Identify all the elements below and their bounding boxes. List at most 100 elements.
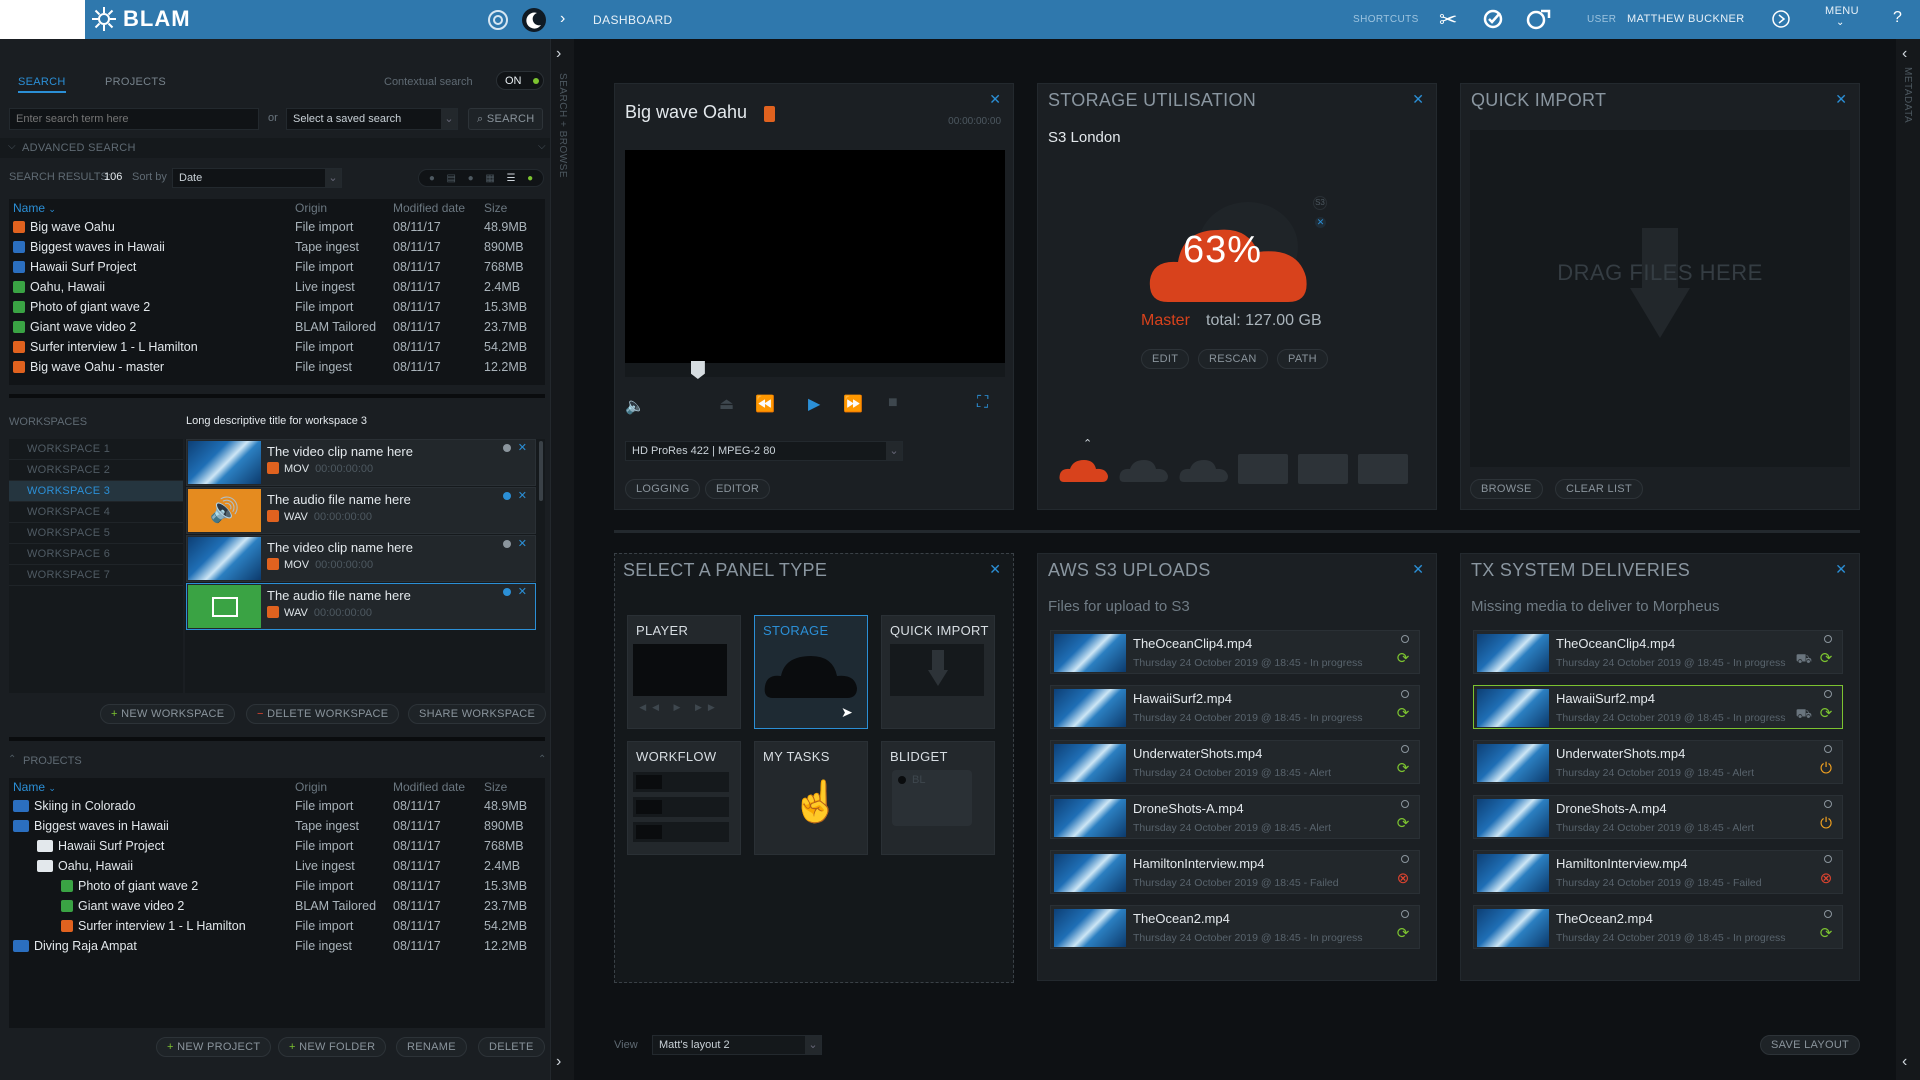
workspace-item[interactable]: WORKSPACE 7 [9, 565, 183, 586]
eject-icon[interactable]: ⏏ [719, 394, 734, 414]
storage-cloud-active-icon[interactable] [1058, 454, 1110, 484]
panel-tile-player[interactable]: PLAYER ◀◀ ▶ ▶▶ [627, 615, 741, 729]
expand-chevron-icon[interactable]: › [560, 10, 565, 28]
workspace-item[interactable]: WORKSPACE 6 [9, 544, 183, 565]
workspace-item[interactable]: WORKSPACE 5 [9, 523, 183, 544]
workspace-clip[interactable]: The audio file name here WAV 00:00:00:00 ✕ [186, 583, 536, 630]
table-row[interactable]: Biggest waves in Hawaii Tape ingest 08/11/… [9, 237, 545, 257]
table-row[interactable]: Giant wave video 2 BLAM Tailored 08/11/17 2… [9, 896, 545, 916]
scrollbar[interactable] [539, 441, 543, 501]
panel-tile-storage[interactable]: STORAGE ➤ [754, 615, 868, 729]
refresh-share-icon[interactable] [1524, 7, 1552, 31]
table-row[interactable]: Surfer interview 1 - L Hamilton File impo… [9, 916, 545, 936]
in-progress-icon[interactable]: ⟳ [1818, 706, 1834, 722]
scissors-icon[interactable]: ✂ [1439, 7, 1457, 33]
view-dot-icon[interactable]: ● [468, 173, 474, 184]
table-row[interactable]: Big wave Oahu - master File ingest 08/11/1… [9, 357, 545, 377]
fullscreen-icon[interactable]: ⛶ [977, 394, 988, 412]
panel-tile-my-tasks[interactable]: MY TASKS ☝ [754, 741, 868, 855]
rename-button[interactable]: RENAME [396, 1037, 467, 1057]
tile-view-icon[interactable]: ▦ [485, 173, 494, 184]
volume-icon[interactable]: 🔈 [625, 396, 645, 416]
in-progress-icon[interactable]: ⟳ [1395, 816, 1411, 832]
upload-row[interactable]: HamiltonInterview.mp4 Thursday 24 October… [1050, 850, 1420, 894]
in-progress-icon[interactable]: ⟳ [1395, 926, 1411, 942]
col-size[interactable]: Size [480, 199, 545, 217]
failed-icon[interactable]: ⊗ [1395, 871, 1411, 887]
edit-button[interactable]: EDIT [1141, 349, 1190, 369]
delete-button[interactable]: DELETE [478, 1037, 545, 1057]
storage-drive-icon[interactable] [1238, 454, 1288, 484]
user-name[interactable]: MATTHEW BUCKNER [1627, 13, 1745, 25]
contextual-search-toggle[interactable]: ON [496, 71, 544, 90]
alert-power-icon[interactable]: ⏻ [1818, 816, 1834, 832]
close-icon[interactable]: ✕ [1835, 91, 1847, 108]
drop-zone[interactable]: DRAG FILES HERE [1470, 130, 1850, 467]
approve-check-icon[interactable] [1482, 8, 1504, 30]
list-view-icon[interactable]: ☰ [506, 173, 515, 184]
close-icon[interactable]: ✕ [518, 489, 527, 502]
in-progress-icon[interactable]: ⟳ [1395, 761, 1411, 777]
close-icon[interactable]: ✕ [518, 537, 527, 550]
scrub-bar[interactable] [625, 361, 1005, 379]
browse-button[interactable]: BROWSE [1470, 479, 1543, 499]
save-layout-button[interactable]: SAVE LAYOUT [1760, 1035, 1861, 1055]
projects-header[interactable]: ⌃ PROJECTS ⌃ [0, 751, 550, 771]
logout-icon[interactable] [1771, 9, 1791, 29]
fast-forward-icon[interactable]: ⏩ [843, 394, 863, 414]
upload-row[interactable]: HawaiiSurf2.mp4 Thursday 24 October 2019 … [1473, 685, 1843, 729]
close-icon[interactable]: ✕ [989, 91, 1001, 108]
upload-row[interactable]: UnderwaterShots.mp4 Thursday 24 October 2… [1473, 740, 1843, 784]
workspace-clip[interactable]: The video clip name here MOV 00:00:00:00 ✕ [186, 535, 536, 582]
table-row[interactable]: Giant wave video 2 BLAM Tailored 08/11/17 2… [9, 317, 545, 337]
panel-tile-workflow[interactable]: WORKFLOW [627, 741, 741, 855]
upload-row[interactable]: TheOcean2.mp4 Thursday 24 October 2019 @ … [1473, 905, 1843, 949]
storage-cloud-icon[interactable] [1118, 454, 1170, 484]
panel-tile-blidget[interactable]: BLIDGET BL [881, 741, 995, 855]
table-row[interactable]: Skiing in Colorado File import 08/11/17 48.… [9, 796, 545, 816]
chevron-right-icon[interactable]: › [556, 45, 561, 63]
table-row[interactable]: Oahu, Hawaii Live ingest 08/11/17 2.4MB [9, 277, 545, 297]
search-input[interactable] [9, 108, 259, 130]
new-workspace-button[interactable]: + NEW WORKSPACE [100, 704, 236, 724]
grid-view-icon[interactable]: ▤ [447, 173, 456, 184]
table-row[interactable]: Hawaii Surf Project File import 08/11/17 76… [9, 257, 545, 277]
scrub-handle[interactable] [690, 361, 705, 379]
chevron-up-icon[interactable]: ⌃ [1083, 437, 1092, 450]
layout-select[interactable]: Matt's layout 2 ⌄ [652, 1035, 822, 1055]
workspace-item[interactable]: WORKSPACE 3 [9, 481, 183, 502]
chevron-left-icon[interactable]: ‹ [1902, 1053, 1907, 1071]
chevron-left-icon[interactable]: ‹ [1902, 45, 1907, 63]
col-modified[interactable]: Modified date [389, 778, 480, 796]
failed-icon[interactable]: ⊗ [1818, 871, 1834, 887]
table-row[interactable]: Big wave Oahu File import 08/11/17 48.9MB [9, 217, 545, 237]
table-row[interactable]: Diving Raja Ampat File ingest 08/11/17 12.2… [9, 936, 545, 956]
close-icon[interactable]: ✕ [518, 585, 527, 598]
upload-row[interactable]: UnderwaterShots.mp4 Thursday 24 October 2… [1050, 740, 1420, 784]
in-progress-icon[interactable]: ⟳ [1395, 651, 1411, 667]
sort-select[interactable]: Date ⌄ [172, 168, 342, 188]
tab-search[interactable]: SEARCH [18, 76, 66, 93]
rescan-button[interactable]: RESCAN [1198, 349, 1268, 369]
settings-gear-icon[interactable] [486, 8, 510, 32]
saved-search-select[interactable]: Select a saved search ⌄ [286, 108, 458, 130]
workspace-item[interactable]: WORKSPACE 2 [9, 460, 183, 481]
col-modified[interactable]: Modified date [389, 199, 480, 217]
play-icon[interactable]: ▶ [808, 394, 820, 414]
tab-projects[interactable]: PROJECTS [105, 76, 166, 88]
metadata-strip[interactable]: ‹ METADATA ‹ [1896, 39, 1920, 1080]
workspace-clip[interactable]: 🔊 The audio file name here WAV 00:00:00:00 ✕ [186, 487, 536, 534]
app-logo[interactable]: BLAM [91, 5, 201, 33]
close-icon[interactable]: ✕ [1412, 91, 1424, 108]
new-project-button[interactable]: + NEW PROJECT [156, 1037, 272, 1057]
delete-workspace-button[interactable]: − DELETE WORKSPACE [246, 704, 400, 724]
col-name[interactable]: Name [13, 780, 45, 794]
view-dot-icon[interactable]: ● [429, 173, 435, 184]
table-row[interactable]: Photo of giant wave 2 File import 08/11/17… [9, 876, 545, 896]
col-origin[interactable]: Origin [291, 199, 389, 217]
workspace-item[interactable]: WORKSPACE 4 [9, 502, 183, 523]
video-viewport[interactable] [625, 150, 1005, 363]
close-icon[interactable]: ✕ [1412, 561, 1424, 578]
storage-cloud-icon[interactable] [1178, 454, 1230, 484]
menu-button[interactable]: MENU [1825, 5, 1859, 17]
